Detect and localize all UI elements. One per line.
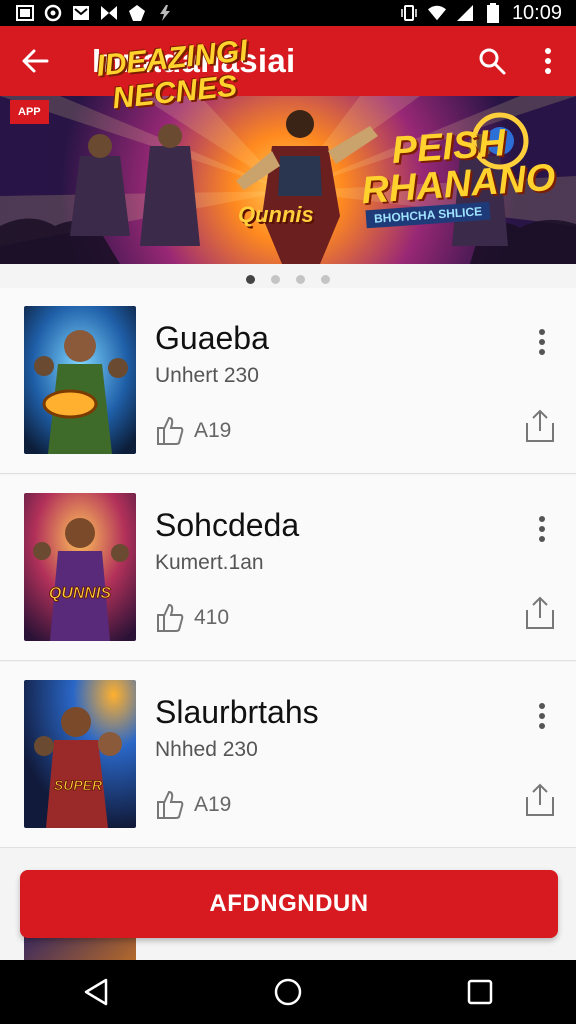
more-vert-icon xyxy=(539,703,545,729)
list-item[interactable]: QUNNIS Sohcdeda Kumert.1an 410 xyxy=(0,475,576,661)
shield-icon xyxy=(128,4,146,22)
item-thumbnail xyxy=(24,306,136,454)
screen: 10:09 Innadanasiai APP IDEAZINGI NECNES … xyxy=(0,0,576,1024)
thumbs-up-icon xyxy=(157,790,184,819)
nav-home-button[interactable] xyxy=(248,960,328,1024)
item-share-button[interactable] xyxy=(522,782,558,818)
item-thumbnail: QUNNIS xyxy=(24,493,136,641)
like-button[interactable]: A19 xyxy=(156,790,231,820)
thumbs-up-icon xyxy=(157,416,184,445)
nav-recents-button[interactable] xyxy=(440,960,520,1024)
svg-text:QUNNIS: QUNNIS xyxy=(49,585,112,602)
item-subtitle: Kumert.1an xyxy=(155,551,264,574)
list-item[interactable]: Guaeba Unhert 230 A19 xyxy=(0,288,576,474)
signal-icon xyxy=(456,4,474,22)
banner-logo: Qunnis xyxy=(238,202,314,227)
home-circle-icon xyxy=(274,978,302,1006)
back-button[interactable] xyxy=(0,26,70,96)
like-count: A19 xyxy=(194,419,232,442)
share-icon xyxy=(526,409,554,442)
item-title: Guaeba xyxy=(155,320,269,356)
like-count: A19 xyxy=(194,793,232,816)
like-button[interactable]: 410 xyxy=(156,603,229,633)
item-subtitle: Nhhed 230 xyxy=(155,738,258,761)
search-button[interactable] xyxy=(464,26,520,96)
more-vert-icon xyxy=(539,516,545,542)
item-subtitle: Unhert 230 xyxy=(155,364,259,387)
flash-icon xyxy=(156,4,174,22)
arrow-left-icon xyxy=(22,49,49,73)
pager-dot[interactable] xyxy=(246,274,255,284)
recents-square-icon xyxy=(467,979,493,1005)
vibrate-icon xyxy=(400,4,418,22)
item-share-button[interactable] xyxy=(522,595,558,631)
mail-icon xyxy=(72,4,90,22)
status-time: 10:09 xyxy=(511,1,562,24)
pager-dot[interactable] xyxy=(271,274,280,284)
share-icon xyxy=(526,596,554,629)
primary-action-button[interactable]: AFDNGNDUN xyxy=(20,870,558,938)
item-title: Slaurbrtahs xyxy=(155,694,319,730)
more-vert-icon xyxy=(539,329,545,355)
item-thumbnail: SUPER xyxy=(24,680,136,828)
overflow-menu-button[interactable] xyxy=(520,26,576,96)
next-item-thumbnail-peek xyxy=(24,936,136,962)
like-button[interactable]: A19 xyxy=(156,416,231,446)
battery-icon xyxy=(484,3,502,23)
banner-title-right: PEISH RHANANO xyxy=(360,122,557,213)
bowtie-icon xyxy=(100,4,118,22)
item-more-button[interactable] xyxy=(528,698,556,734)
wifi-icon xyxy=(427,4,446,22)
app-bar: Innadanasiai xyxy=(0,26,576,96)
banner-badge: APP xyxy=(10,100,49,124)
item-share-button[interactable] xyxy=(522,408,558,444)
back-triangle-icon xyxy=(84,978,108,1006)
more-vert-icon xyxy=(545,48,551,74)
status-bar: 10:09 xyxy=(0,0,576,26)
pager-dot[interactable] xyxy=(296,274,305,284)
nav-back-button[interactable] xyxy=(56,960,136,1024)
image-icon xyxy=(16,4,34,22)
share-icon xyxy=(526,783,554,816)
item-more-button[interactable] xyxy=(528,324,556,360)
list-item[interactable]: SUPER Slaurbrtahs Nhhed 230 A19 xyxy=(0,662,576,848)
thumbs-up-icon xyxy=(157,603,184,632)
svg-text:SUPER: SUPER xyxy=(54,777,103,793)
search-icon xyxy=(479,48,506,75)
pager-dot[interactable] xyxy=(321,274,330,284)
item-title: Sohcdeda xyxy=(155,507,300,543)
system-nav-bar xyxy=(0,960,576,1024)
item-more-button[interactable] xyxy=(528,511,556,547)
sync-icon xyxy=(44,4,62,22)
like-count: 410 xyxy=(194,606,230,629)
